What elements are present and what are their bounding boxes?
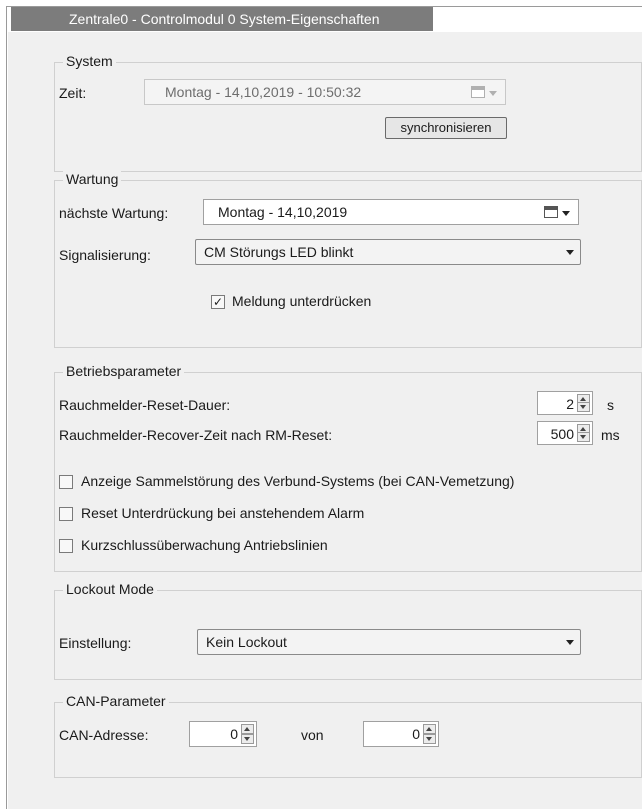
calendar-icon (471, 86, 485, 98)
reset-duration-unit: s (607, 397, 614, 413)
spin-up-icon[interactable] (423, 724, 436, 734)
option-sammelstoerung-label: Anzeige Sammelstörung des Verbund-System… (81, 473, 515, 489)
synchronize-button[interactable]: synchronisieren (385, 117, 507, 139)
next-maintenance-value: Montag - 14,10,2019 (218, 204, 348, 220)
can-group: CAN-Parameter CAN-Adresse: 0 von 0 (54, 693, 642, 778)
can-address-spinner[interactable]: 0 (189, 721, 257, 747)
option-reset-suppression-checkbox[interactable] (59, 507, 73, 521)
reset-duration-spinner[interactable]: 2 (537, 391, 593, 415)
spin-up-icon[interactable] (241, 724, 254, 734)
can-group-title: CAN-Parameter (63, 693, 169, 709)
lockout-setting-label: Einstellung: (59, 635, 132, 651)
zeit-label: Zeit: (59, 85, 87, 101)
lockout-group-title: Lockout Mode (63, 581, 157, 597)
betriebsparameter-group-title: Betriebsparameter (63, 363, 185, 379)
chevron-down-icon (566, 250, 574, 255)
option-short-circuit-label: Kurzschlussüberwachung Antriebslinien (81, 537, 328, 553)
zeit-datetime-field[interactable]: Montag - 14,10,2019 - 10:50:32 (144, 79, 506, 105)
can-address-value: 0 (230, 726, 238, 742)
reset-duration-label: Rauchmelder-Reset-Dauer: (59, 397, 231, 413)
spin-down-icon[interactable] (423, 734, 436, 744)
next-maintenance-date-field[interactable]: Montag - 14,10,2019 (203, 199, 579, 225)
chevron-down-icon (489, 91, 497, 96)
signalisierung-select[interactable]: CM Störungs LED blinkt (195, 239, 581, 265)
spin-down-icon[interactable] (577, 432, 590, 442)
system-group: System Zeit: Montag - 14,10,2019 - 10:50… (54, 53, 642, 172)
properties-panel: System Zeit: Montag - 14,10,2019 - 10:50… (8, 32, 642, 809)
chevron-down-icon (566, 640, 574, 645)
can-von-spinner[interactable]: 0 (363, 721, 439, 747)
lockout-group: Lockout Mode Einstellung: Kein Lockout (54, 581, 642, 680)
tab-system-properties[interactable]: Zentrale0 - Controlmodul 0 System-Eigens… (11, 7, 433, 31)
wartung-group-title: Wartung (63, 171, 122, 187)
zeit-value: Montag - 14,10,2019 - 10:50:32 (165, 84, 362, 100)
can-address-label: CAN-Adresse: (59, 727, 149, 743)
system-group-title: System (63, 53, 116, 69)
betriebsparameter-group: Betriebsparameter Rauchmelder-Reset-Daue… (54, 363, 642, 572)
reset-duration-value: 2 (566, 396, 574, 412)
recover-time-spinner[interactable]: 500 (537, 421, 593, 445)
recover-time-unit: ms (601, 427, 620, 443)
lockout-setting-select[interactable]: Kein Lockout (197, 629, 581, 655)
chevron-down-icon (562, 211, 570, 216)
signalisierung-value: CM Störungs LED blinkt (204, 244, 354, 260)
signalisierung-label: Signalisierung: (59, 247, 151, 263)
next-maintenance-label: nächste Wartung: (59, 205, 169, 221)
wartung-group: Wartung nächste Wartung: Montag - 14,10,… (54, 171, 642, 348)
suppress-message-label: Meldung unterdrücken (232, 293, 372, 309)
recover-time-label: Rauchmelder-Recover-Zeit nach RM-Reset: (59, 427, 333, 443)
can-von-value: 0 (412, 726, 420, 742)
can-von-label: von (301, 727, 324, 743)
option-reset-suppression-label: Reset Unterdrückung bei anstehendem Alar… (81, 505, 365, 521)
recover-time-value: 500 (550, 426, 574, 442)
lockout-setting-value: Kein Lockout (206, 634, 287, 650)
spin-down-icon[interactable] (577, 402, 590, 412)
option-sammelstoerung-checkbox[interactable] (59, 475, 73, 489)
suppress-message-checkbox[interactable]: ✓ (211, 295, 225, 309)
option-short-circuit-checkbox[interactable] (59, 539, 73, 553)
spin-down-icon[interactable] (241, 734, 254, 744)
calendar-icon (544, 206, 558, 218)
